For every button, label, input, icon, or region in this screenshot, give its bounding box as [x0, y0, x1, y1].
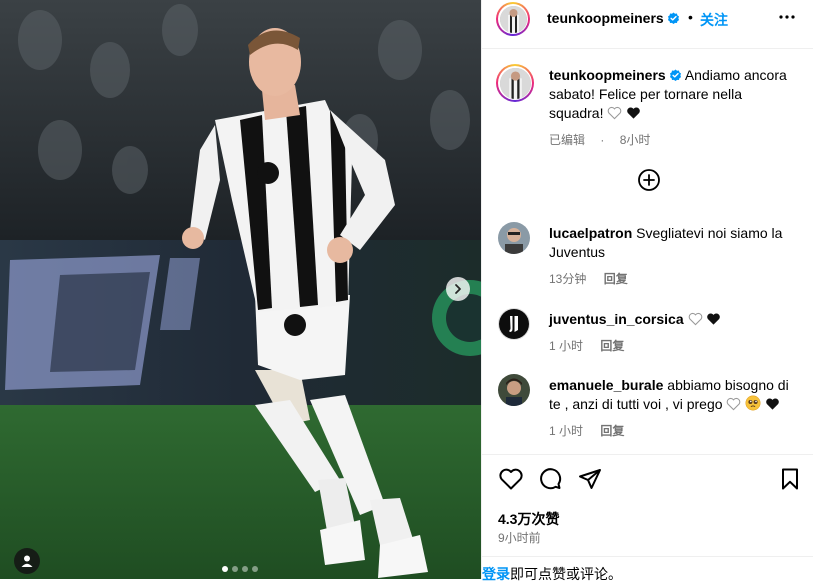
like-button[interactable] — [498, 467, 524, 496]
verified-badge-icon — [669, 69, 681, 82]
commenter-avatar[interactable] — [498, 308, 530, 340]
comment-time: 1 小时 — [549, 339, 584, 353]
heart-icon — [499, 468, 523, 490]
caption-username[interactable]: teunkoopmeiners — [549, 67, 666, 83]
person-icon — [21, 555, 33, 567]
login-prompt: 登录即可点赞或评论。 — [482, 556, 813, 582]
share-button[interactable] — [578, 467, 602, 496]
tagged-users-button[interactable] — [14, 548, 40, 574]
white-heart-emoji-icon — [688, 312, 702, 326]
more-options-button[interactable] — [778, 8, 796, 31]
carousel-dot — [252, 566, 258, 572]
caption-time: 8小时 — [619, 133, 651, 147]
comment-username[interactable]: emanuele_burale — [549, 377, 663, 393]
comment-time: 1 小时 — [549, 424, 584, 438]
juventus-logo-icon — [499, 309, 529, 339]
login-link[interactable]: 登录 — [482, 566, 510, 582]
white-heart-emoji-icon — [727, 397, 741, 411]
comment-meta: 1 小时 回复 — [549, 422, 799, 441]
next-photo-button[interactable] — [446, 277, 470, 301]
reply-button[interactable]: 回复 — [604, 272, 628, 286]
edited-label: 已编辑 · 8小时 — [549, 133, 651, 147]
comment-time: 13分钟 — [549, 272, 587, 286]
post-sidebar: teunkoopmeiners • 关注 teunkoopmeiners And… — [481, 0, 813, 582]
white-heart-emoji-icon — [608, 106, 622, 120]
follow-button[interactable]: 关注 — [700, 10, 728, 30]
carousel-dot — [232, 566, 238, 572]
player-photo — [0, 0, 481, 579]
load-more-comments-button[interactable] — [637, 168, 661, 192]
commenter-avatar[interactable] — [498, 222, 530, 254]
header-separator: • — [688, 9, 693, 25]
plus-circle-icon — [638, 169, 660, 191]
comment-username[interactable]: juventus_in_corsica — [549, 311, 684, 327]
comment-meta: 1 小时 回复 — [549, 337, 799, 356]
more-dots-icon — [779, 15, 795, 19]
caption-text-block: teunkoopmeiners Andiamo ancora sabato! F… — [549, 66, 799, 150]
post-actions: 4.3万次赞 9小时前 — [482, 454, 813, 555]
instagram-post-modal: teunkoopmeiners • 关注 teunkoopmeiners And… — [0, 0, 813, 582]
comment-button[interactable] — [538, 467, 562, 496]
reply-button[interactable]: 回复 — [600, 424, 624, 438]
post-header: teunkoopmeiners • 关注 — [482, 0, 813, 49]
commenter-avatar[interactable] — [498, 374, 530, 406]
login-prompt-text: 即可点赞或评论。 — [510, 566, 622, 582]
avatar-image — [498, 374, 530, 406]
paper-plane-icon — [579, 469, 601, 489]
comment-username[interactable]: lucaelpatron — [549, 225, 632, 241]
carousel-dot — [222, 566, 228, 572]
black-heart-emoji-icon — [627, 107, 641, 119]
carousel-dot — [242, 566, 248, 572]
post-photo — [0, 0, 481, 579]
bookmark-icon — [782, 468, 798, 490]
reply-button[interactable]: 回复 — [600, 339, 624, 353]
post-time[interactable]: 9小时前 — [498, 529, 541, 546]
avatar-image — [499, 5, 527, 33]
author-username-text[interactable]: teunkoopmeiners — [547, 10, 664, 26]
caption-meta: 已编辑 · 8小时 — [549, 131, 799, 150]
save-button[interactable] — [779, 467, 801, 496]
avatar-image — [499, 67, 531, 99]
chevron-right-icon — [455, 284, 461, 294]
caption-author-avatar[interactable] — [496, 64, 534, 102]
black-heart-emoji-icon — [766, 398, 780, 410]
likes-count[interactable]: 4.3万次赞 — [498, 509, 559, 529]
comment-meta: 13分钟 回复 — [549, 270, 799, 289]
avatar-image — [498, 222, 530, 254]
carousel-indicator — [222, 566, 258, 572]
verified-badge-icon — [667, 12, 679, 25]
author-username[interactable]: teunkoopmeiners — [547, 10, 680, 26]
speech-bubble-icon — [540, 468, 562, 490]
author-avatar[interactable] — [496, 2, 530, 36]
pleading-face-emoji-icon — [745, 395, 761, 411]
black-heart-emoji-icon — [707, 313, 721, 325]
